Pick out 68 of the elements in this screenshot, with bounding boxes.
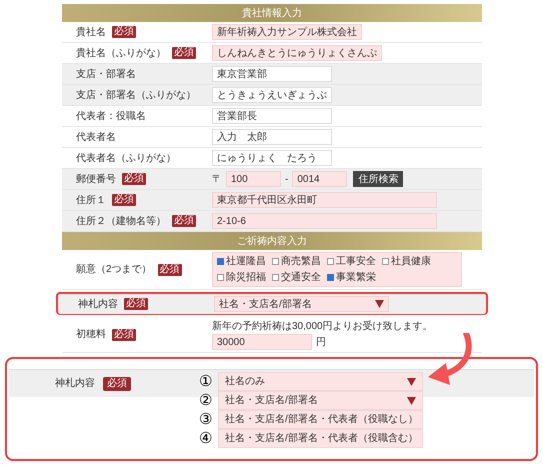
separator-text: - [285, 172, 288, 186]
checkbox-option[interactable]: 除災招福 [217, 270, 266, 285]
checkbox[interactable] [327, 258, 334, 265]
checkbox-option[interactable]: 事業繁栄 [327, 270, 376, 285]
field-label: 代表者名（ふりがな） [76, 152, 176, 166]
field-label: 初穂料 [76, 328, 106, 342]
dropdown-arrow-icon [375, 300, 384, 308]
field-label: 貴社名（ふりがな） [76, 46, 166, 60]
checkbox-option[interactable]: 社運隆昌 [217, 254, 266, 269]
checkbox-option[interactable]: 社員健康 [382, 254, 431, 269]
field-label: 願意（2つまで） [76, 262, 152, 277]
unit-label: 円 [316, 336, 326, 350]
address-search-button[interactable]: 住所検索 [353, 171, 404, 187]
checkbox[interactable] [272, 258, 279, 265]
dropdown-option[interactable]: 社名・支店名/部署名・代表者（役職なし） [218, 410, 423, 429]
checkbox-option[interactable]: 商売繁昌 [272, 254, 321, 269]
text-field[interactable]: 新年祈祷入力サンプル株式会社 [212, 24, 362, 40]
required-badge: 必須 [112, 328, 136, 340]
text-field[interactable]: しんねんきとうにゅうりょくさんぷ [212, 45, 382, 61]
checkbox[interactable] [217, 258, 224, 265]
checkbox[interactable] [327, 274, 334, 281]
field-label: 住所２（建物名等） [76, 214, 166, 228]
text-field[interactable]: 営業部長 [212, 108, 332, 124]
required-badge: 必須 [158, 264, 182, 276]
checkbox[interactable] [217, 274, 224, 281]
number-label: ④ [199, 431, 213, 446]
required-badge: 必須 [124, 298, 148, 310]
field-label: 住所１ [76, 194, 106, 208]
required-badge: 必須 [172, 215, 196, 227]
checkbox[interactable] [272, 274, 279, 281]
dropdown-select[interactable]: 社名・支店名/部署名 [214, 296, 389, 312]
field-label: 郵便番号 [76, 172, 116, 186]
field-label: 代表者：役職名 [76, 110, 146, 124]
postal-mark: 〒 [212, 172, 222, 186]
number-label: ① [199, 374, 213, 389]
postal-code-field[interactable]: 100 [226, 171, 281, 187]
required-badge: 必須 [103, 376, 131, 390]
checkbox-option[interactable]: 工事安全 [327, 254, 376, 269]
text-field[interactable]: 入力 太郎 [212, 129, 332, 145]
dropdown-option[interactable]: 社名・支店名/部署名・代表者（役職含む） [218, 429, 423, 448]
section-header: ご祈祷内容入力 [62, 232, 482, 250]
text-field[interactable]: にゅうりょく たろう [212, 150, 332, 166]
text-field[interactable]: 2-10-6 [212, 213, 437, 229]
checkbox[interactable] [382, 258, 389, 265]
field-label: 貴社名 [76, 26, 106, 40]
dropdown-option[interactable]: 社名・支店名/部署名 [218, 391, 423, 410]
field-label: 神札内容 [78, 298, 118, 312]
checkbox-option[interactable]: 交通安全 [272, 270, 321, 285]
note-text: 新年の予約祈祷は30,000円よりお受け致します。 [212, 320, 433, 334]
field-label: 神札内容 [55, 376, 95, 391]
text-field[interactable]: とうきょうえいぎょうぶ [212, 87, 332, 103]
amount-field[interactable]: 30000 [212, 334, 312, 350]
field-label: 支店・部署名 [76, 68, 136, 82]
required-badge: 必須 [172, 47, 196, 59]
text-field[interactable]: 東京営業部 [212, 66, 332, 82]
dropdown-option[interactable]: 社名のみ [218, 372, 423, 391]
dropdown-arrow-icon [407, 396, 416, 404]
required-badge: 必須 [122, 173, 146, 185]
section-header: 貴社情報入力 [62, 4, 482, 22]
field-label: 支店・部署名（ふりがな） [76, 88, 196, 102]
required-badge: 必須 [112, 194, 136, 206]
required-badge: 必須 [112, 26, 136, 38]
field-label: 代表者名 [76, 130, 116, 144]
postal-code-field[interactable]: 0014 [292, 171, 348, 187]
number-label: ② [199, 393, 213, 408]
dropdown-arrow-icon [407, 378, 416, 386]
text-field[interactable]: 東京都千代田区永田町 [212, 192, 437, 208]
number-label: ③ [199, 412, 213, 427]
